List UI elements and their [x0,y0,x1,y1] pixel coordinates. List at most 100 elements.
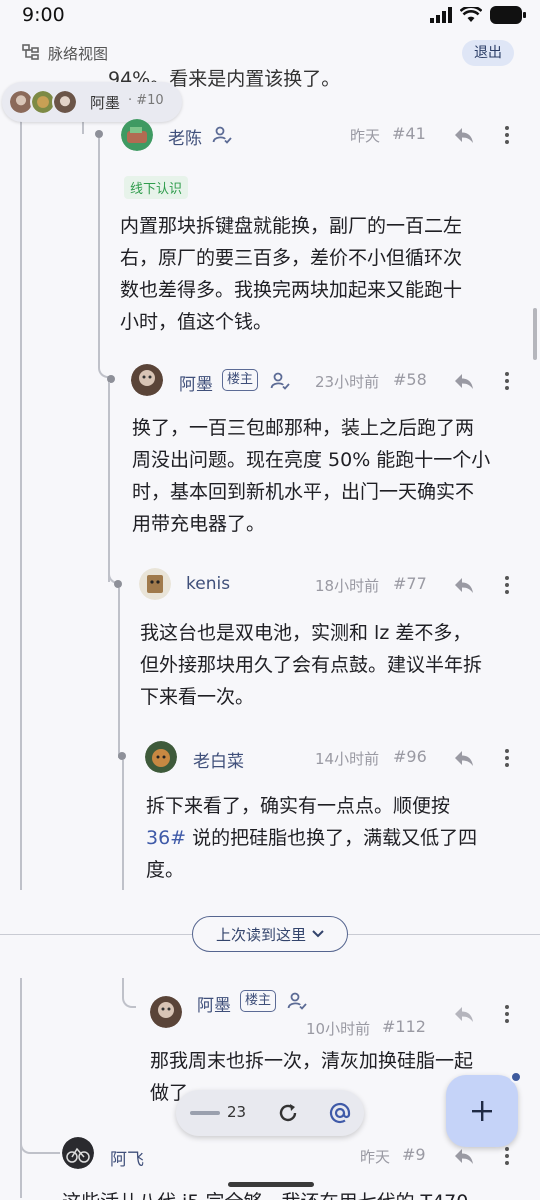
reply-icon[interactable] [453,124,475,146]
comment-line: 时，基本回到新机水平，出门一天确实不 [132,481,475,503]
reply-icon[interactable] [453,747,475,769]
signal-icon [430,7,452,23]
status-icons [430,6,526,24]
reply-icon[interactable] [453,370,475,392]
comment-line: 内置那块拆键盘就能换，副厂的一百二左 [120,215,463,237]
sticky-author-chip[interactable]: 阿墨 · #10 [2,82,182,122]
avatar[interactable] [131,364,163,396]
floor-link[interactable]: 36# [146,827,186,849]
more-icon[interactable] [496,574,518,596]
relation-tag: 线下认识 [124,176,189,199]
verified-user-icon [212,126,232,144]
comment-line: 那我周末也拆一次，清灰加换硅脂一起 [150,1050,474,1072]
comment-line: 拆下来看了，确实有一点点。顺便按 [146,795,451,817]
username[interactable]: 老白菜 [193,747,244,772]
comment-line: 周没出问题。现在亮度 50% 能跑十一个小 [132,449,491,471]
comment-time: 昨天 [350,127,381,145]
avatar[interactable] [121,119,153,151]
battery-icon [490,6,526,24]
home-indicator[interactable] [228,1182,314,1187]
notification-dot [510,1071,522,1083]
username[interactable]: 阿墨 [179,370,213,395]
scroll-progress-track[interactable] [190,1111,220,1115]
avatar[interactable] [150,996,182,1028]
more-icon[interactable] [496,1145,518,1167]
thread-view-icon[interactable] [22,44,40,62]
plus-icon [472,1101,492,1121]
comment-line: 右，原厂的要三百多，差价不小但循环次 [120,247,463,269]
avatar [52,89,78,115]
wifi-icon [460,7,482,22]
comment-line: 36# 说的把硅脂也换了，满载又低了四 [146,822,477,854]
comment-time: 昨天 [360,1148,391,1166]
username[interactable]: 老陈 [168,124,202,149]
thread-line-96 [122,760,124,890]
more-icon[interactable] [496,1003,518,1025]
comment-line: 小时，值这个钱。 [120,311,273,333]
reply-icon[interactable] [453,1145,475,1167]
thread-hook-58 [98,330,112,378]
thread-dot [118,752,126,760]
floor-number[interactable]: #77 [393,574,427,593]
username[interactable]: 阿墨 [197,991,231,1016]
comment-line: 下来看一次。 [140,686,255,708]
sticky-floor-number: · #10 [128,93,164,108]
new-reply-button[interactable] [446,1075,518,1147]
view-title: 脉络视图 [48,45,109,63]
thread-line-root [20,978,22,1198]
floor-number[interactable]: #58 [393,370,427,389]
refresh-icon[interactable] [277,1102,299,1124]
more-icon[interactable] [496,124,518,146]
thread-dot [114,580,122,588]
mention-icon[interactable] [328,1101,352,1125]
comment-line: 数也差得多。我换完两块加起来又能跑十 [120,279,463,301]
more-icon[interactable] [496,370,518,392]
comment-body: 内置那块拆键盘就能换，副厂的一百二左 右，原厂的要三百多，差价不小但循环次 数也… [120,210,462,338]
thread-line-77 [118,588,120,758]
floor-number[interactable]: #96 [393,747,427,766]
thread-line-root [20,120,22,890]
reply-icon[interactable] [453,1003,475,1025]
comment-time: 18小时前 [315,577,380,595]
sticky-author-name: 阿墨 [90,94,121,112]
thread-dot [95,130,103,138]
comment-body: 我这台也是双电池，实测和 lz 差不多， 但外接那块用久了会有点鼓。建议半年拆 … [140,617,482,713]
thread-hook-77 [108,540,118,584]
verified-user-icon [287,992,307,1010]
reply-count: 23 [227,1103,247,1121]
avatar[interactable] [145,741,177,773]
more-icon[interactable] [496,747,518,769]
comment-body: 换了，一百三包邮那种，装上之后跑了两 周没出问题。现在亮度 50% 能跑十一个小… [132,412,490,540]
comment-line: 度。 [146,859,185,881]
thread-hook-9 [20,1120,60,1154]
exit-button[interactable]: 退出 [462,40,514,66]
owner-badge: 楼主 [240,990,277,1012]
scrollbar[interactable] [533,308,537,360]
floor-number[interactable]: #9 [402,1145,426,1164]
comment-body: 这些活儿八代 i5 完全够。我还在用七代的 T470 [62,1186,468,1200]
floor-number[interactable]: #41 [392,124,426,143]
comment-line-text: 说的把硅脂也换了，满载又低了四 [186,827,478,849]
last-read-button[interactable]: 上次读到这里 [192,916,348,952]
status-time: 9:00 [22,4,65,26]
last-read-label: 上次读到这里 [215,925,306,944]
comment-line: 换了，一百三包邮那种，装上之后跑了两 [132,417,475,439]
comment-line: 但外接那块用久了会有点鼓。建议半年拆 [140,654,483,676]
avatar[interactable] [139,568,171,600]
floor-number[interactable]: #112 [382,1017,426,1036]
comment-line: 这些活儿八代 i5 完全够。我还在用七代的 T470 [62,1186,468,1200]
comment-time: 14小时前 [315,750,380,768]
chevron-down-icon [312,930,324,938]
thread-hook-112 [122,978,136,1008]
avatar[interactable] [62,1137,94,1169]
comment-time: 10小时前 [306,1020,371,1038]
floating-toolbar: 23 [176,1090,364,1136]
comment-line: 我这台也是双电池，实测和 lz 差不多， [140,622,472,644]
comment-time: 23小时前 [315,373,380,391]
username[interactable]: 阿飞 [110,1145,144,1170]
username[interactable]: kenis [186,574,230,594]
verified-user-icon [270,372,290,390]
comment-body: 拆下来看了，确实有一点点。顺便按 36# 说的把硅脂也换了，满载又低了四 度。 [146,790,477,886]
owner-badge: 楼主 [222,369,259,391]
reply-icon[interactable] [453,574,475,596]
